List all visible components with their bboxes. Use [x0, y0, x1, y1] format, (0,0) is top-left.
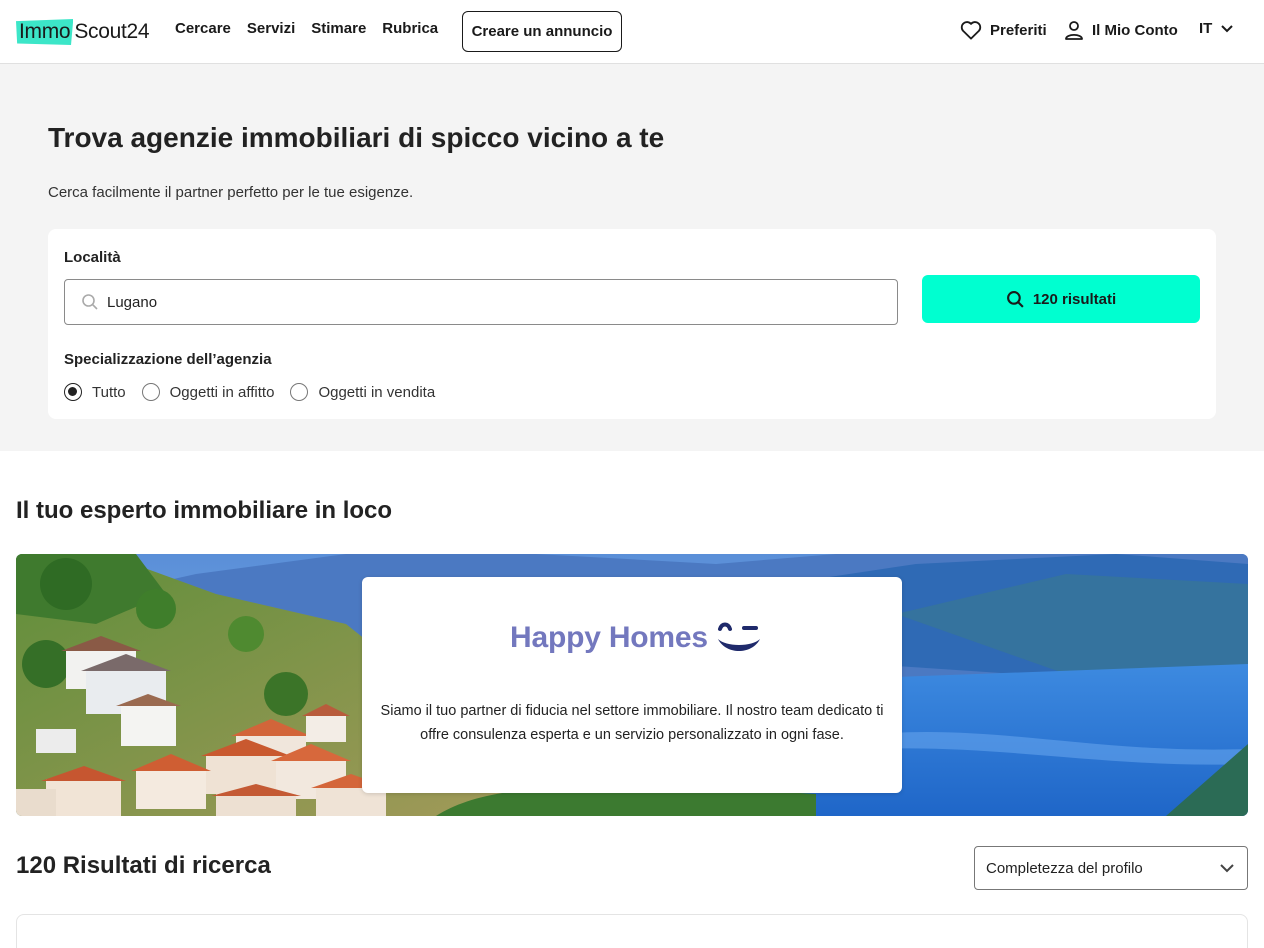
nav-item-stimare[interactable]: Stimare [311, 20, 366, 37]
account-label: Il Mio Conto [1092, 21, 1178, 39]
results-button-label: 120 risultati [1032, 290, 1117, 308]
radio-button[interactable] [290, 383, 309, 401]
main-nav: Cercare Servizi Stimare Rubrica [175, 20, 438, 37]
sort-value: Completezza del profilo [986, 859, 1143, 877]
nav-item-servizi[interactable]: Servizi [247, 20, 295, 37]
option-all[interactable]: Tutto [64, 383, 126, 401]
result-card[interactable] [16, 914, 1248, 948]
favorites-label: Preferiti [990, 21, 1047, 39]
specialization-options: Tutto Oggetti in affitto Oggetti in vend… [64, 383, 451, 401]
user-icon [1065, 21, 1083, 40]
agency-logo: Happy Homes [510, 619, 762, 657]
smile-wink-icon [717, 622, 760, 651]
search-icon [1006, 290, 1024, 308]
option-label: Oggetti in affitto [169, 383, 275, 401]
agency-card[interactable]: Happy Homes Siamo il tuo partner di fidu… [362, 577, 902, 793]
location-input[interactable]: Lugano [64, 279, 898, 325]
logo-immo: Immo [16, 19, 74, 45]
search-panel: Località Lugano 120 risultati Specializz… [48, 229, 1216, 419]
immoscout24-logo[interactable]: Immo Scout24 [16, 18, 150, 46]
logo-scout: Scout24 [74, 20, 150, 43]
page-subtitle: Cerca facilmente il partner perfetto per… [48, 184, 414, 201]
location-value: Lugano [107, 293, 158, 311]
chevron-down-icon [1220, 864, 1234, 873]
favorites-link[interactable]: Preferiti [960, 20, 1047, 40]
option-label: Tutto [92, 383, 126, 401]
nav-item-rubrica[interactable]: Rubrica [382, 20, 438, 37]
radio-button[interactable] [64, 383, 82, 401]
page-title: Trova agenzie immobiliari di spicco vici… [48, 122, 665, 153]
agency-name: Happy Homes [510, 621, 708, 654]
heart-icon [960, 21, 982, 40]
agency-description: Siamo il tuo partner di fiducia nel sett… [380, 703, 884, 743]
create-listing-button[interactable]: Creare un annuncio [462, 11, 622, 52]
show-results-button[interactable]: 120 risultati [922, 275, 1200, 323]
chevron-down-icon [1221, 24, 1234, 32]
results-count-title: 120 Risultati di ricerca [16, 852, 271, 879]
search-icon [82, 294, 98, 310]
top-header: Immo Scout24 Cercare Servizi Stimare Rubr… [0, 0, 1264, 64]
nav-item-cercare[interactable]: Cercare [175, 20, 231, 37]
option-sale[interactable]: Oggetti in vendita [290, 383, 435, 401]
option-label: Oggetti in vendita [318, 383, 436, 401]
hero-section: Trova agenzie immobiliari di spicco vici… [0, 64, 1264, 451]
expert-section-title: Il tuo esperto immobiliare in loco [16, 497, 393, 524]
specialization-label: Specializzazione dell’agenzia [64, 351, 272, 368]
radio-button[interactable] [141, 383, 160, 401]
language-label: IT [1199, 20, 1213, 37]
sort-dropdown[interactable]: Completezza del profilo [974, 846, 1248, 890]
location-label: Località [64, 249, 121, 266]
account-link[interactable]: Il Mio Conto [1064, 20, 1178, 40]
language-selector[interactable]: IT [1199, 20, 1234, 37]
option-rent[interactable]: Oggetti in affitto [141, 383, 275, 401]
